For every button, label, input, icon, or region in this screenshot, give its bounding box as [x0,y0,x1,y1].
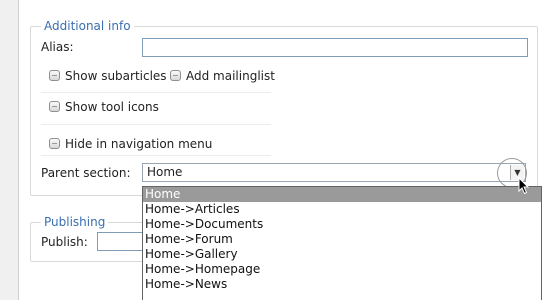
publish-label: Publish: [41,235,88,249]
publishing-legend: Publishing [41,215,109,229]
parent-section-dropdown-list[interactable]: Home Home->Articles Home->Documents Home… [142,186,542,300]
show-subarticles-checkbox[interactable] [49,70,60,81]
dropdown-option[interactable]: Home->Homepage [143,262,541,277]
dropdown-option[interactable]: Home [143,187,541,202]
alias-label: Alias: [41,40,74,54]
show-tool-icons-label: Show tool icons [65,100,159,114]
parent-section-value: Home [147,165,183,179]
add-mailinglist-label: Add mailinglist [186,69,275,83]
separator [41,92,271,93]
mouse-pointer-icon [518,177,530,195]
show-tool-icons-checkbox[interactable] [49,101,60,112]
parent-section-select[interactable]: Home ▼ [142,163,526,182]
separator [41,124,271,125]
separator [41,155,271,156]
additional-info-legend: Additional info [41,19,134,33]
dropdown-option[interactable]: Home->Articles [143,202,541,217]
alias-input[interactable] [142,38,528,57]
dropdown-option[interactable]: Home->Documents [143,217,541,232]
settings-panel: Additional info Alias: Show subarticles … [18,0,549,300]
show-subarticles-label: Show subarticles [65,69,167,83]
dropdown-option[interactable]: Home->Forum [143,232,541,247]
dropdown-option[interactable]: Home->News [143,277,541,292]
add-mailinglist-checkbox[interactable] [170,70,181,81]
hide-in-nav-label: Hide in navigation menu [65,137,213,151]
dropdown-option[interactable]: Home->Gallery [143,247,541,262]
hide-in-nav-checkbox[interactable] [49,138,60,149]
parent-section-label: Parent section: [41,166,131,180]
